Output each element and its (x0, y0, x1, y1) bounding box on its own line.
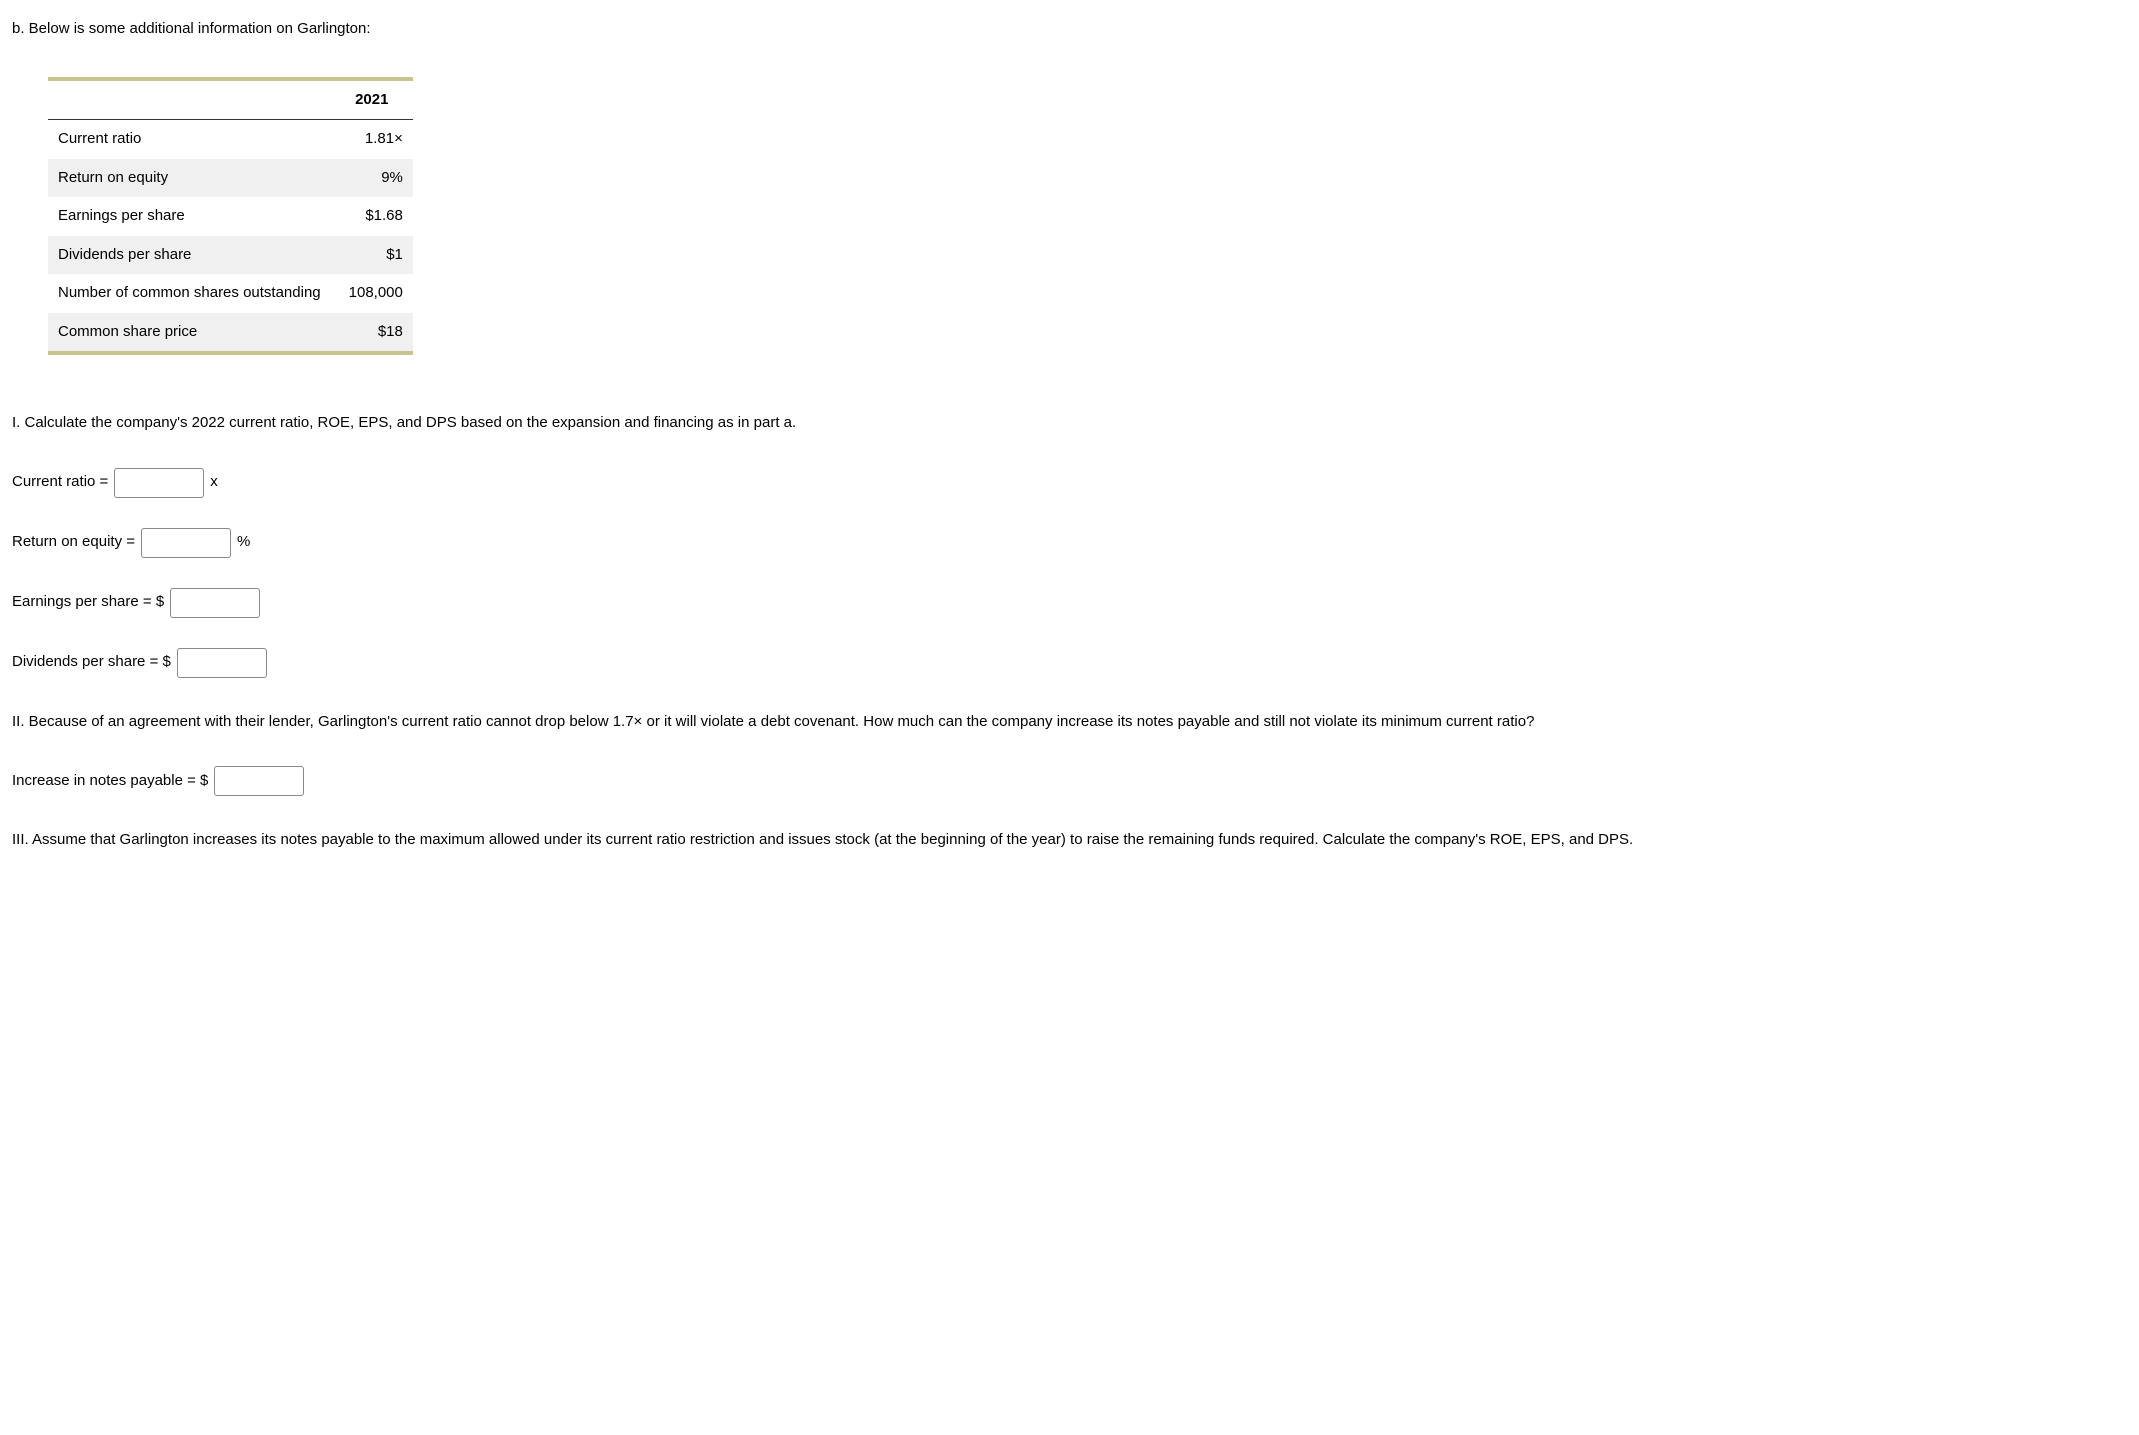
row-value: 108,000 (331, 274, 413, 313)
table-header-blank (48, 79, 331, 120)
table-row: Current ratio 1.81× (48, 120, 413, 159)
table-header-year: 2021 (331, 79, 413, 120)
data-table: 2021 Current ratio 1.81× Return on equit… (48, 77, 413, 356)
row-label: Current ratio (48, 120, 331, 159)
row-label: Earnings per share (48, 197, 331, 236)
current-ratio-line: Current ratio = x (12, 468, 2127, 498)
notes-payable-label: Increase in notes payable = $ (12, 770, 208, 793)
eps-line: Earnings per share = $ (12, 588, 2127, 618)
data-table-wrap: 2021 Current ratio 1.81× Return on equit… (48, 77, 2127, 356)
current-ratio-input[interactable] (114, 468, 204, 498)
table-row: Earnings per share $1.68 (48, 197, 413, 236)
table-row: Common share price $18 (48, 313, 413, 354)
dps-input[interactable] (177, 648, 267, 678)
section-1-text: I. Calculate the company's 2022 current … (12, 409, 2127, 438)
intro-text: b. Below is some additional information … (12, 18, 2127, 41)
roe-line: Return on equity = % (12, 528, 2127, 558)
row-value: 9% (331, 159, 413, 198)
row-value: $1.68 (331, 197, 413, 236)
roe-label: Return on equity = (12, 531, 135, 554)
row-label: Return on equity (48, 159, 331, 198)
notes-payable-input[interactable] (214, 766, 304, 796)
row-value: $18 (331, 313, 413, 354)
table-row: Number of common shares outstanding 108,… (48, 274, 413, 313)
eps-label: Earnings per share = $ (12, 591, 164, 614)
current-ratio-suffix: x (210, 471, 218, 494)
current-ratio-label: Current ratio = (12, 471, 108, 494)
section-2-text: II. Because of an agreement with their l… (12, 708, 2127, 737)
eps-input[interactable] (170, 588, 260, 618)
dps-label: Dividends per share = $ (12, 651, 171, 674)
roe-input[interactable] (141, 528, 231, 558)
row-value: 1.81× (331, 120, 413, 159)
table-row: Return on equity 9% (48, 159, 413, 198)
dps-line: Dividends per share = $ (12, 648, 2127, 678)
roe-suffix: % (237, 531, 250, 554)
row-value: $1 (331, 236, 413, 275)
row-label: Dividends per share (48, 236, 331, 275)
table-row: Dividends per share $1 (48, 236, 413, 275)
row-label: Number of common shares outstanding (48, 274, 331, 313)
notes-payable-line: Increase in notes payable = $ (12, 766, 2127, 796)
section-3-text: III. Assume that Garlington increases it… (12, 826, 2127, 855)
row-label: Common share price (48, 313, 331, 354)
